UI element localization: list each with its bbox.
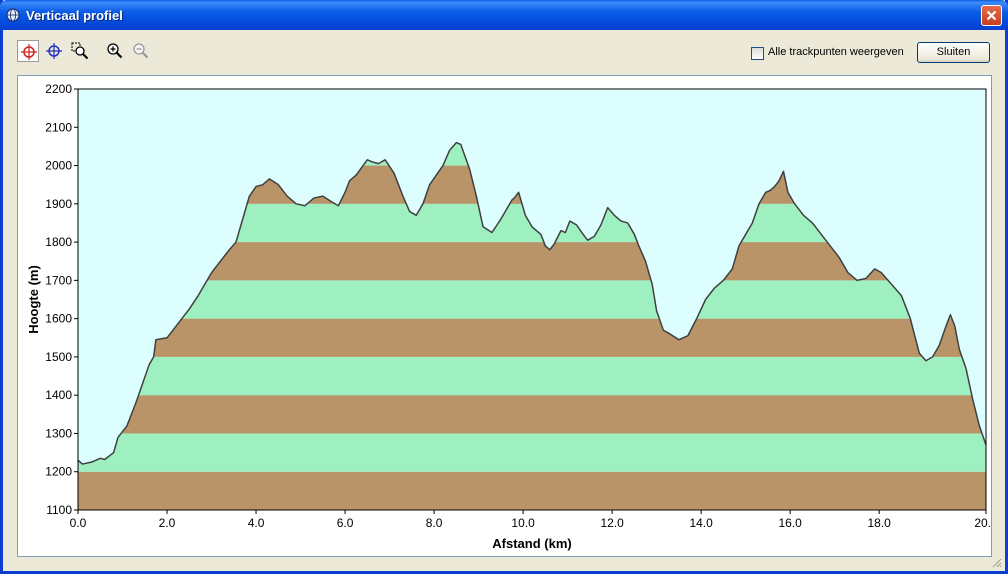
y-axis-label: Hoogte (m) (26, 265, 41, 334)
x-tick-label: 0.0 (70, 516, 87, 530)
close-window-button[interactable] (981, 5, 1002, 26)
y-tick-label: 1100 (46, 503, 72, 517)
y-tick-label: 1300 (45, 426, 72, 440)
zoom-out-button[interactable] (130, 40, 152, 62)
zoom-window-icon (71, 42, 89, 60)
zoom-out-icon (133, 43, 149, 59)
close-button[interactable]: Sluiten (917, 42, 990, 63)
y-tick-label: 1700 (45, 273, 72, 287)
x-tick-label: 4.0 (248, 516, 265, 530)
crosshair-red-button[interactable] (17, 40, 39, 62)
crosshair-red-icon (21, 44, 37, 60)
window-title: Verticaal profiel (26, 8, 123, 23)
x-tick-label: 14.0 (689, 516, 713, 530)
profile-chart: 1100 1200 1300 1400 1500 1600 1700 1800 1900 2000… (17, 75, 992, 557)
y-tick-label: 2200 (45, 82, 72, 96)
x-tick-label: 12.0 (600, 516, 624, 530)
toolbar: Alle trackpunten weergeven Sluiten (3, 30, 1005, 74)
x-axis-label: Afstand (km) (492, 536, 571, 551)
zoom-in-icon (107, 43, 123, 59)
y-tick-label: 1900 (45, 197, 72, 211)
elevation-band (78, 356, 986, 396)
zoom-in-button[interactable] (104, 40, 126, 62)
show-all-points-checkbox[interactable] (751, 47, 764, 60)
x-tick-label: 6.0 (337, 516, 354, 530)
x-tick-label: 8.0 (426, 516, 443, 530)
y-tick-label: 1800 (45, 235, 72, 249)
resize-grip-icon[interactable] (990, 556, 1002, 568)
y-tick-label: 1600 (45, 312, 72, 326)
y-tick-label: 1200 (45, 465, 72, 479)
title-bar[interactable]: Verticaal profiel (0, 0, 1008, 30)
x-tick-label: 16.0 (778, 516, 802, 530)
y-tick-label: 1500 (45, 350, 72, 364)
elevation-band (78, 280, 986, 319)
x-tick-label: 2.0 (159, 516, 176, 530)
elevation-band (78, 318, 986, 357)
elevation-band (78, 471, 986, 510)
app-globe-icon (6, 8, 20, 22)
close-icon (986, 10, 997, 21)
x-tick-label: 20.4 (974, 516, 991, 530)
y-tick-label: 2000 (45, 159, 72, 173)
show-all-points-label[interactable]: Alle trackpunten weergeven (768, 46, 904, 58)
elevation-band (78, 433, 986, 472)
y-tick-label: 1400 (45, 388, 72, 402)
x-tick-label: 18.0 (867, 516, 891, 530)
zoom-window-button[interactable] (69, 40, 91, 62)
crosshair-blue-icon (46, 43, 62, 59)
elevation-chart: 1100 1200 1300 1400 1500 1600 1700 1800 1900 2000… (26, 82, 991, 551)
y-tick-label: 2100 (45, 120, 72, 134)
x-tick-label: 10.0 (511, 516, 535, 530)
crosshair-blue-button[interactable] (43, 40, 65, 62)
profile-window: Verticaal profiel Alle trackpunten weerg… (0, 0, 1008, 574)
elevation-band (78, 395, 986, 434)
